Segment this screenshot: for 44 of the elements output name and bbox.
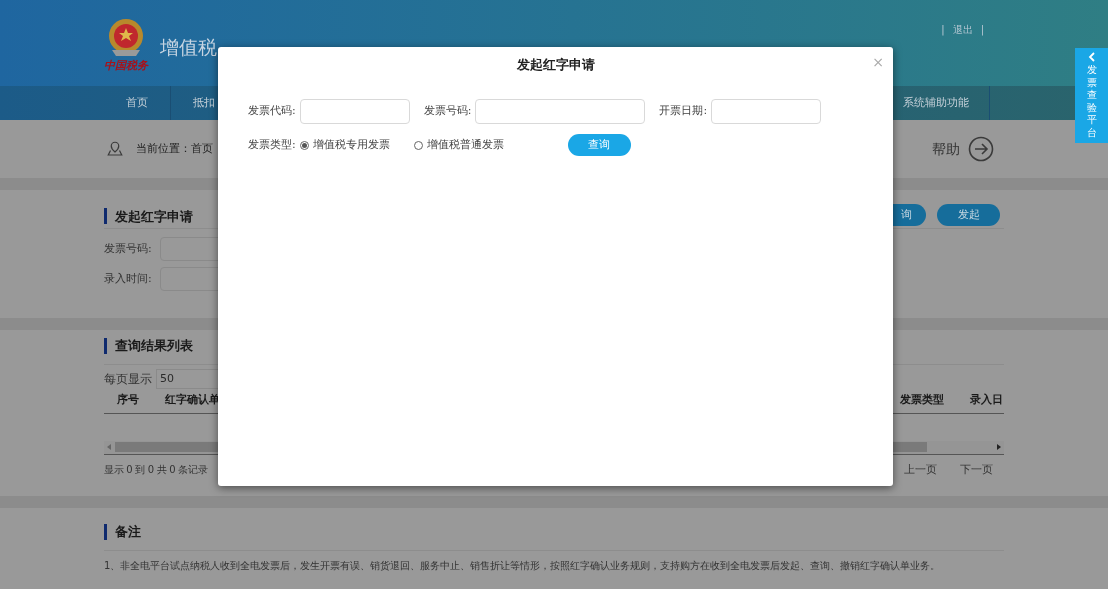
help-link[interactable]: 帮助 <box>932 138 960 160</box>
section-title: 备注 <box>115 523 141 541</box>
note-text: 1、非全电平台试点纳税人收到全电发票后，发生开票有误、销货退回、服务中止、销售折让等情形，按照红字确认业务规则，支持购方在收到全电发票后发起、查询、撤销红字确认单业务。 <box>104 558 942 573</box>
input-field[interactable] <box>299 99 410 124</box>
chevron-left-icon <box>1087 52 1096 62</box>
column-header: 录入日 <box>970 392 1004 409</box>
separator: | <box>941 23 945 37</box>
field-label: 发票号码: <box>423 103 472 120</box>
logo-caption: 中国税务 <box>104 59 148 71</box>
dialog-title: 发起红字申请 <box>516 56 595 75</box>
separator: | <box>980 23 984 37</box>
query-button[interactable]: 查询 <box>567 134 631 156</box>
title-bar <box>104 208 107 225</box>
page-size-label: 每页显示 <box>104 370 152 388</box>
record-summary: 显示 0 到 0 共 0 条记录 <box>104 463 208 478</box>
radio-option[interactable]: 增值税普通发票 <box>413 136 504 154</box>
breadcrumb: 当前位置：首页 <box>136 140 213 157</box>
field-label: 发票类型: <box>248 136 296 153</box>
map-pin-icon <box>106 140 124 158</box>
next-page-link[interactable]: 下一页 <box>960 461 993 478</box>
field-label: 录入时间: <box>104 270 153 287</box>
title-bar <box>104 523 107 540</box>
prev-page-link[interactable]: 上一页 <box>904 461 937 478</box>
input-field[interactable] <box>475 99 646 124</box>
section-title: 发起红字申请 <box>115 207 193 226</box>
column-header: 发票类型 <box>900 392 945 409</box>
column-header: 序号 <box>117 392 140 409</box>
scroll-left-icon[interactable] <box>107 444 112 450</box>
field-label: 开票日期: <box>659 103 708 120</box>
field-label: 发票号码: <box>104 240 153 257</box>
arrow-right-icon[interactable] <box>968 136 994 162</box>
close-button[interactable]: × <box>872 55 884 69</box>
radio-option[interactable]: 增值税专用发票 <box>299 136 390 154</box>
submit-button[interactable]: 发起 <box>937 204 1000 226</box>
title-bar <box>104 337 107 354</box>
logout-link[interactable]: 退出 <box>952 22 973 37</box>
side-tab-label: 发票查验平台 <box>1086 64 1097 139</box>
platform-title: 增值税 <box>160 34 217 60</box>
field-label: 发票代码: <box>248 103 296 120</box>
scroll-right-icon[interactable] <box>996 444 1001 450</box>
side-tab[interactable]: 发票查验平台 <box>1075 48 1108 143</box>
column-header: 红字确认单 <box>165 392 221 409</box>
input-field[interactable] <box>711 99 822 124</box>
section-title: 查询结果列表 <box>115 337 193 355</box>
